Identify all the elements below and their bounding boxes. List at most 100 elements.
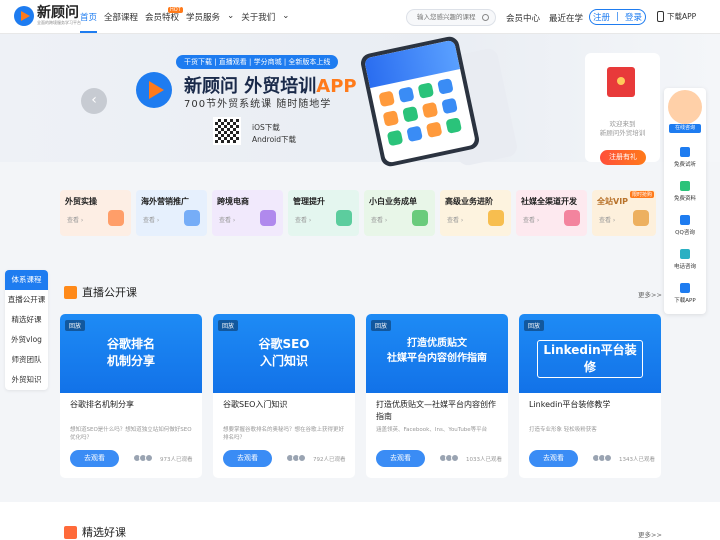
category-name: 社媒全渠道开发 [521, 197, 577, 206]
register-gift-button[interactable]: 注册有礼 [600, 150, 646, 165]
course-thumbnail[interactable]: 回放 打造优质贴文 社媒平台内容创作指南 [366, 314, 508, 393]
mobile-icon [680, 282, 690, 293]
category-name: 高级业务进阶 [445, 197, 493, 206]
side-nav-picks[interactable]: 精选好课 [5, 310, 48, 330]
side-nav-teachers[interactable]: 师资团队 [5, 350, 48, 370]
side-nav-knowledge[interactable]: 外贸知识 [5, 370, 48, 390]
picks-title-text: 精选好课 [82, 526, 126, 539]
category-view-link[interactable]: 查看 › [143, 215, 159, 224]
category-view-link[interactable]: 查看 › [67, 215, 83, 224]
search-box[interactable] [406, 9, 496, 26]
course-card[interactable]: 回放 谷歌排名 机制分享 谷歌排名机制分享 想知道SEO是什么吗？想知道独立站如何… [60, 314, 202, 478]
course-title[interactable]: 谷歌SEO入门知识 [223, 399, 349, 411]
chevron-down-icon[interactable]: ⌄ [227, 11, 234, 23]
promo-line2: 新顾问外贸培训 [599, 129, 646, 137]
category-card[interactable]: 小白业务成单 查看 › [364, 190, 435, 236]
qq-icon [680, 214, 690, 225]
watch-button[interactable]: 去观看 [529, 450, 578, 467]
banner-title-text: 新顾问 外贸培训 [184, 76, 317, 97]
header-links: 会员中心 最近在学 [506, 12, 592, 24]
category-card-vip[interactable]: 全站VIP 限时抢购 查看 › [592, 190, 656, 236]
course-title[interactable]: 打造优质贴文—社媒平台内容创作指南 [376, 399, 502, 423]
banner-title-app: APP [316, 76, 357, 97]
banner-prev-button[interactable]: ‹ [81, 88, 107, 114]
free-materials-button[interactable]: 免费资料 [664, 174, 706, 208]
live-more-link[interactable]: 更多>> [638, 289, 662, 299]
nav-student-services[interactable]: 学员服务 [186, 11, 220, 23]
thumbnail-title: 谷歌SEO 入门知识 [258, 337, 310, 368]
course-thumbnail[interactable]: 回放 Linkedin平台装修 [519, 314, 661, 393]
watch-button[interactable]: 去观看 [376, 450, 425, 467]
phone-consult-button[interactable]: 电话咨询 [664, 242, 706, 276]
side-nav: 体系课程 直播公开课 精选好课 外贸vlog 师资团队 外贸知识 [5, 270, 48, 390]
course-thumbnail[interactable]: 回放 谷歌SEO 入门知识 [213, 314, 355, 393]
category-view-link[interactable]: 查看 › [371, 215, 387, 224]
free-materials-label: 免费资料 [673, 195, 696, 202]
nav-about-us[interactable]: 关于我们 [241, 11, 275, 23]
online-consult-button[interactable]: 在线咨询 [664, 88, 706, 140]
phone-consult-label: 电话咨询 [673, 263, 696, 270]
member-center-link[interactable]: 会员中心 [506, 12, 540, 24]
crown-icon [633, 210, 649, 226]
course-title[interactable]: 谷歌排名机制分享 [70, 399, 196, 411]
course-card[interactable]: 回放 打造优质贴文 社媒平台内容创作指南 打造优质贴文—社媒平台内容创作指南 涵盖… [366, 314, 508, 478]
download-app-side-label: 下载APP [674, 297, 696, 304]
side-nav-vlog[interactable]: 外贸vlog [5, 330, 48, 350]
banner-feature-tag: 干货下载 | 直播观看 | 学分商城 | 全新版本上线 [176, 55, 339, 69]
viewer-count: 1033人已观看 [466, 457, 502, 463]
site-logo[interactable]: 新顾问 全面的跨境服务学习平台 [14, 6, 81, 26]
qq-consult-button[interactable]: QQ咨询 [664, 208, 706, 242]
qr-code-image [213, 117, 241, 145]
shopping-bag-icon [260, 210, 276, 226]
side-nav-system-courses[interactable]: 体系课程 [5, 270, 48, 290]
viewer-avatars [286, 454, 306, 462]
category-view-link[interactable]: 查看 › [599, 215, 615, 224]
chevron-down-icon[interactable]: ⌄ [282, 11, 289, 23]
category-name: 小白业务成单 [369, 197, 417, 206]
register-link[interactable]: 注册 [593, 11, 610, 23]
category-card[interactable]: 外贸实操 查看 › [60, 190, 131, 236]
free-trial-button[interactable]: 免费试听 [664, 140, 706, 174]
category-view-link[interactable]: 查看 › [219, 215, 235, 224]
notebook-icon [108, 210, 124, 226]
watch-button[interactable]: 去观看 [70, 450, 119, 467]
category-card[interactable]: 跨境电商 查看 › [212, 190, 283, 236]
hot-badge: HOT [168, 7, 183, 13]
category-card[interactable]: 社媒全渠道开发 查看 › [516, 190, 587, 236]
nav-home[interactable]: 首页 [80, 11, 98, 33]
category-view-link[interactable]: 查看 › [447, 215, 463, 224]
side-nav-live[interactable]: 直播公开课 [5, 290, 48, 310]
watch-button[interactable]: 去观看 [223, 450, 272, 467]
viewer-count: 792人已观看 [313, 457, 346, 463]
replay-tag: 回放 [65, 320, 86, 331]
course-card[interactable]: 回放 Linkedin平台装修 Linkedin平台装修教学 打造专业形象 轻松吸… [519, 314, 661, 478]
logo-play-icon [14, 6, 34, 26]
login-link[interactable]: 登录 [625, 11, 642, 23]
auth-separator: | [616, 12, 619, 22]
nav-all-courses[interactable]: 全部课程 [104, 11, 138, 23]
category-card[interactable]: 海外营销推广 查看 › [136, 190, 207, 236]
hero-banner[interactable]: ‹ 干货下载 | 直播观看 | 学分商城 | 全新版本上线 新顾问 外贸培训AP… [0, 34, 720, 169]
download-app-link[interactable]: 下载APP [657, 11, 696, 22]
course-thumbnail[interactable]: 回放 谷歌排名 机制分享 [60, 314, 202, 393]
course-desc: 涵盖领英、Facebook、Ins、YouTube等平台 [376, 427, 488, 433]
category-view-link[interactable]: 查看 › [523, 215, 539, 224]
picks-more-link[interactable]: 更多>> [638, 529, 662, 539]
limited-sale-badge: 限时抢购 [629, 191, 654, 198]
category-card[interactable]: 管理提升 查看 › [288, 190, 359, 236]
top-header: 新顾问 全面的跨境服务学习平台 首页 全部课程 会员特权 学员服务 ⌄ 关于我们… [0, 0, 720, 34]
course-card[interactable]: 回放 谷歌SEO 入门知识 谷歌SEO入门知识 想要掌握谷歌排名的奥秘吗？想在谷歌… [213, 314, 355, 478]
category-view-link[interactable]: 查看 › [295, 215, 311, 224]
viewer-avatars [133, 454, 153, 462]
diamond-icon [336, 210, 352, 226]
search-input[interactable] [417, 13, 487, 21]
app-logo-icon [136, 72, 172, 108]
download-app-button[interactable]: 下载APP [664, 276, 706, 310]
category-card[interactable]: 高级业务进阶 查看 › [440, 190, 511, 236]
course-desc: 打造专业形象 轻松吸粉获客 [529, 427, 597, 433]
free-trial-label: 免费试听 [673, 161, 696, 168]
course-title[interactable]: Linkedin平台装修教学 [529, 399, 655, 411]
search-icon[interactable] [482, 14, 489, 21]
recent-study-link[interactable]: 最近在学 [549, 12, 583, 24]
play-icon [64, 285, 77, 299]
